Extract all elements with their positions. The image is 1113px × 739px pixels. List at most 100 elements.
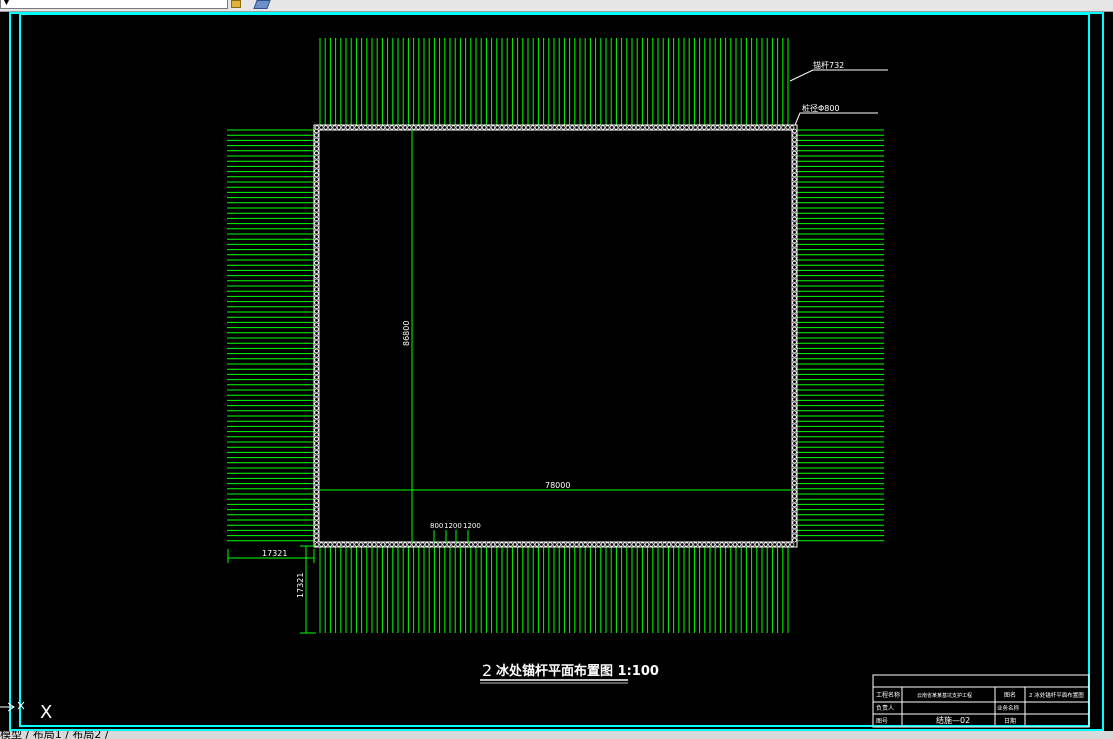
pile [323, 542, 328, 547]
pile [792, 133, 797, 138]
pile [314, 533, 319, 538]
pile [675, 125, 680, 130]
pile [792, 436, 797, 442]
anchor-length-h-label: 17321 [262, 549, 287, 558]
pile [416, 125, 421, 130]
pile [495, 125, 500, 130]
pile [763, 542, 768, 547]
layout-tabs-label[interactable]: 模型 / 布局1 / 布局2 / [0, 731, 109, 739]
pile [314, 225, 319, 230]
pile [314, 450, 319, 455]
stack-icon[interactable] [253, 0, 271, 9]
pile [574, 125, 579, 130]
pile [715, 542, 720, 547]
pile [385, 125, 390, 130]
pile [792, 401, 797, 406]
pile [468, 542, 474, 547]
pile [314, 300, 319, 305]
pile [680, 125, 685, 130]
pile [627, 125, 632, 130]
pile [792, 511, 797, 516]
pile [792, 234, 797, 239]
pile [323, 125, 328, 130]
pile [314, 370, 319, 376]
pile [792, 221, 797, 226]
title-block [872, 674, 1090, 728]
pile [548, 542, 553, 547]
pile [490, 125, 496, 130]
pile [407, 125, 412, 130]
layout-tabs[interactable]: 模型 / 布局1 / 布局2 / [0, 731, 1113, 739]
pile [433, 125, 438, 130]
pile [792, 207, 797, 213]
pile [314, 207, 319, 213]
pile [442, 125, 447, 130]
pile [631, 125, 636, 130]
pile [792, 229, 797, 235]
pile [314, 467, 319, 472]
pile [389, 125, 394, 130]
pile [314, 480, 319, 486]
pile [314, 168, 319, 173]
pile [314, 274, 319, 279]
pile [486, 542, 491, 547]
pile [792, 370, 797, 376]
pile [792, 177, 797, 182]
pile [345, 125, 350, 130]
layer-combo[interactable]: ▼ [0, 0, 228, 9]
pile [578, 542, 584, 547]
pile [314, 498, 319, 503]
chevron-down-icon[interactable]: ▼ [3, 0, 10, 8]
pile [314, 190, 319, 195]
pile [702, 125, 707, 130]
pile [671, 542, 676, 547]
pile [592, 125, 597, 130]
pile [792, 155, 797, 160]
pile [314, 362, 319, 367]
pile [314, 282, 319, 288]
pile [314, 419, 319, 424]
pile [792, 463, 797, 468]
pile [424, 542, 430, 547]
pencil-icon[interactable] [231, 0, 241, 8]
pile [314, 454, 319, 459]
pile [792, 450, 797, 455]
pile [792, 480, 797, 486]
pile [719, 542, 724, 547]
pile [675, 542, 680, 547]
pile [552, 125, 557, 130]
pile [314, 436, 319, 442]
pile [477, 125, 482, 130]
pile [358, 125, 364, 130]
pile [792, 172, 797, 178]
tb-date-label: 日期 [1004, 717, 1016, 725]
pile [684, 542, 689, 547]
pile [684, 125, 689, 130]
pile [341, 542, 346, 547]
pile [442, 542, 447, 547]
pile [398, 542, 403, 547]
pile [402, 542, 408, 547]
pile [314, 146, 319, 151]
pile [319, 125, 324, 130]
pile [792, 181, 797, 186]
pile [702, 542, 707, 547]
pile [697, 125, 702, 130]
pile [792, 326, 797, 332]
pile [792, 287, 797, 292]
drawing-canvas[interactable]: 86800 78000 800 1200 1200 17321 17321 锚杆… [0, 11, 1113, 731]
pile [587, 542, 592, 547]
pile [504, 125, 509, 130]
spacing-label-a: 800 [430, 522, 443, 530]
pile [614, 125, 619, 130]
pile [719, 125, 724, 130]
pile [644, 542, 650, 547]
pile [792, 243, 797, 248]
pile [345, 542, 350, 547]
pile [772, 542, 777, 547]
pile [336, 542, 342, 547]
pile [592, 542, 597, 547]
pile [776, 125, 782, 130]
pile [596, 125, 601, 130]
pile [314, 278, 319, 283]
